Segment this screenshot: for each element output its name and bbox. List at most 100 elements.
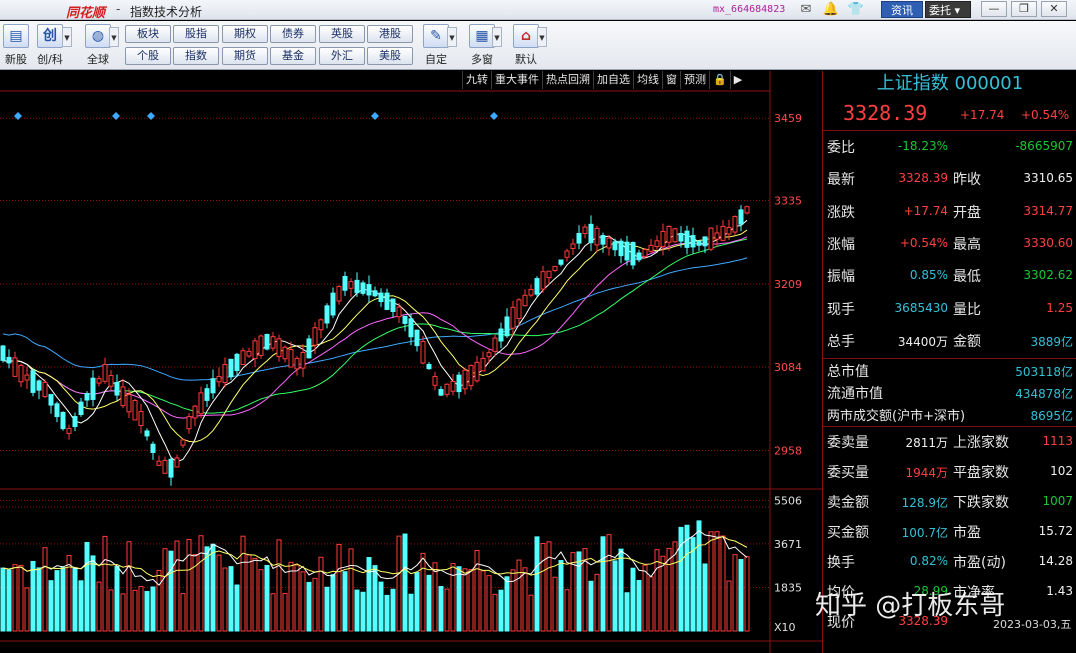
- market-button-us-stocks[interactable]: 美股: [367, 47, 413, 65]
- volume-bar: [144, 590, 150, 632]
- candle-body: [72, 416, 78, 428]
- volume-bar: [258, 569, 264, 632]
- candle-body: [612, 241, 618, 251]
- tool-hot-review[interactable]: 热点回溯: [542, 71, 593, 89]
- market-button-hk-stocks[interactable]: 港股: [367, 25, 413, 43]
- tool-forecast[interactable]: 预测: [680, 71, 709, 89]
- volume-bar: [408, 593, 414, 632]
- expand-icon[interactable]: ▶: [729, 71, 745, 89]
- market-button-futures[interactable]: 期货: [222, 47, 268, 65]
- candle-body: [732, 216, 738, 233]
- candle-body: [696, 240, 702, 246]
- quote-label: 委卖量: [827, 435, 869, 451]
- quote-value: 15.72: [1038, 524, 1073, 538]
- volume-bar: [732, 554, 738, 632]
- volume-bar: [30, 560, 36, 632]
- price-change-pct: +0.54%: [1021, 108, 1070, 122]
- candle-body: [102, 364, 108, 382]
- market-button-options[interactable]: 期权: [222, 25, 268, 43]
- candle-body: [714, 232, 720, 240]
- minimize-button[interactable]: —: [981, 1, 1007, 17]
- price-tick-label: 3084: [774, 361, 802, 374]
- volume-bar: [510, 569, 516, 632]
- quote-label: 市盈: [953, 525, 981, 541]
- user-id[interactable]: mx_664684823: [713, 4, 785, 15]
- candle-body: [204, 388, 210, 401]
- volume-bar: [264, 564, 270, 632]
- market-button-index[interactable]: 指数: [173, 47, 219, 65]
- current-price: 3328.39: [843, 101, 928, 125]
- volume-bar: [588, 580, 594, 632]
- new-stock-tool[interactable]: ▤ 新股: [3, 24, 29, 67]
- candle-body: [282, 346, 288, 360]
- volume-bar: [606, 534, 612, 632]
- tool-jiuzhuan[interactable]: 九转: [462, 71, 491, 89]
- kline-chart[interactable]: 34593335320930842958550636711835X103344: [0, 71, 822, 653]
- chuang-tool[interactable]: 创 创/科: [35, 24, 65, 67]
- volume-bar: [744, 556, 750, 632]
- market-button-index-futures[interactable]: 股指: [173, 25, 219, 43]
- trust-button[interactable]: 委托 ▾: [925, 1, 971, 18]
- default-label: 默认: [515, 53, 537, 66]
- globe-icon: ◍: [85, 24, 111, 48]
- volume-bar: [384, 594, 390, 632]
- default-dropdown[interactable]: ▼: [537, 27, 547, 47]
- candle-body: [684, 230, 690, 248]
- bell-icon[interactable]: 🔔: [822, 1, 840, 18]
- volume-bar: [288, 561, 294, 632]
- volume-bar: [528, 594, 534, 632]
- volume-bar: [426, 574, 432, 632]
- candle-body: [306, 338, 312, 359]
- event-marker-icon: [14, 112, 22, 120]
- volume-bar: [612, 560, 618, 632]
- restore-button[interactable]: ❐: [1011, 1, 1037, 17]
- market-button-uk-stocks[interactable]: 英股: [319, 25, 365, 43]
- volume-bar: [270, 593, 276, 632]
- candle-body: [300, 351, 306, 369]
- float-cap-label: 流通市值: [827, 386, 883, 402]
- volume-bar: [348, 548, 354, 632]
- candle-body: [456, 374, 462, 393]
- market-button-sector[interactable]: 板块: [125, 25, 171, 43]
- volume-unit-label: X10: [774, 621, 796, 634]
- market-cap-label: 总市值: [827, 364, 869, 380]
- candle-body: [738, 209, 744, 225]
- market-button-stocks[interactable]: 个股: [125, 47, 171, 65]
- candle-body: [594, 227, 600, 246]
- market-button-funds[interactable]: 基金: [270, 47, 316, 65]
- news-button[interactable]: 资讯: [881, 1, 923, 18]
- mail-icon[interactable]: ✉: [797, 1, 815, 18]
- candle-body: [24, 374, 30, 381]
- multi-window-dropdown[interactable]: ▼: [492, 27, 502, 47]
- tool-major-events[interactable]: 重大事件: [491, 71, 542, 89]
- candle-body: [18, 364, 24, 383]
- document-icon: ▤: [3, 24, 29, 48]
- volume-bar: [726, 580, 732, 632]
- volume-bar: [216, 554, 222, 632]
- volume-bar: [90, 555, 96, 632]
- volume-bar: [312, 577, 318, 632]
- candle-body: [216, 375, 222, 383]
- self-select-dropdown[interactable]: ▼: [447, 27, 457, 47]
- global-dropdown[interactable]: ▼: [109, 27, 119, 47]
- volume-bar: [0, 567, 6, 632]
- candle-body: [534, 278, 540, 295]
- tool-add-watchlist[interactable]: 加自选: [593, 71, 633, 89]
- quote-label: 开盘: [953, 204, 981, 221]
- trust-button-label: 委托: [929, 4, 951, 17]
- market-button-bonds[interactable]: 债券: [270, 25, 316, 43]
- chuang-dropdown[interactable]: ▼: [62, 27, 72, 47]
- tool-moving-average[interactable]: 均线: [633, 71, 662, 89]
- chart-area[interactable]: 34593335320930842958550636711835X103344 …: [0, 71, 822, 653]
- multi-window-label: 多窗: [471, 53, 493, 66]
- market-button-forex[interactable]: 外汇: [319, 47, 365, 65]
- quote-label: 平盘家数: [953, 465, 1009, 481]
- volume-bar: [702, 563, 708, 632]
- candle-body: [12, 357, 18, 377]
- tool-window[interactable]: 窗: [662, 71, 680, 89]
- lock-icon[interactable]: 🔒: [709, 71, 730, 89]
- candle-body: [198, 392, 204, 415]
- price-tick-label: 2958: [774, 445, 802, 458]
- close-button[interactable]: ✕: [1041, 1, 1067, 17]
- shirt-icon[interactable]: 👕: [847, 1, 865, 18]
